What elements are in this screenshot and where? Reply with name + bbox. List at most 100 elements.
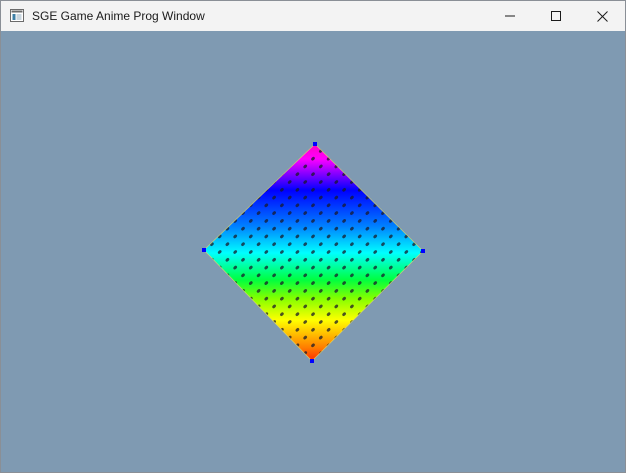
sprite-dot bbox=[450, 296, 455, 301]
sprite-dot bbox=[287, 133, 292, 138]
sprite-dot bbox=[365, 366, 370, 371]
sprite-dot bbox=[233, 296, 238, 301]
sprite-dot bbox=[404, 187, 409, 192]
close-icon bbox=[596, 10, 608, 22]
sprite-dot bbox=[186, 265, 191, 270]
sprite-dot bbox=[365, 382, 370, 387]
sprite-dot bbox=[204, 172, 206, 177]
sprite-dot bbox=[318, 133, 323, 138]
sprite-dot bbox=[396, 304, 401, 309]
sprite-dot bbox=[489, 242, 494, 247]
sprite-dot bbox=[388, 172, 393, 177]
minimize-button[interactable] bbox=[487, 1, 533, 31]
sprite-dot bbox=[388, 187, 393, 192]
sprite-dot bbox=[365, 335, 370, 340]
sprite-dot bbox=[170, 203, 175, 208]
sprite-dot bbox=[241, 195, 245, 200]
sprite-dot bbox=[350, 351, 354, 355]
sprite-dot bbox=[155, 265, 160, 270]
sprite-dot bbox=[233, 187, 238, 192]
sprite-dot bbox=[256, 335, 261, 340]
title-bar[interactable]: SGE Game Anime Prog Window bbox=[1, 1, 625, 31]
minimize-icon bbox=[505, 11, 515, 21]
sprite-dot bbox=[318, 102, 323, 107]
sprite-dot bbox=[365, 320, 370, 324]
sprite-dot bbox=[279, 405, 284, 410]
sprite-dot bbox=[427, 288, 432, 293]
sprite-dot bbox=[204, 281, 206, 285]
sprite-dot bbox=[170, 218, 175, 223]
sprite-dot bbox=[450, 265, 455, 270]
sprite-dot bbox=[280, 144, 284, 145]
sprite-dot bbox=[264, 374, 269, 379]
sprite-dot bbox=[204, 265, 206, 270]
sprite-dot bbox=[287, 149, 292, 153]
vertex-marker bbox=[310, 359, 314, 363]
sprite-dot bbox=[474, 273, 479, 278]
sprite-dot bbox=[404, 219, 409, 223]
sprite-dot bbox=[420, 312, 423, 317]
sprite-dot bbox=[396, 351, 401, 355]
sprite-dot bbox=[412, 180, 416, 184]
sprite-dot bbox=[404, 343, 409, 348]
sprite-dot bbox=[326, 125, 331, 130]
sprite-dot bbox=[458, 288, 463, 293]
sprite-dot bbox=[295, 389, 300, 394]
window-title: SGE Game Anime Prog Window bbox=[32, 9, 205, 23]
diamond-sprite bbox=[124, 78, 494, 410]
sprite-dot bbox=[404, 296, 409, 301]
sprite-dot bbox=[194, 211, 199, 216]
maximize-button[interactable] bbox=[533, 1, 579, 31]
sprite-dot bbox=[241, 164, 245, 169]
sprite-dot bbox=[178, 288, 183, 293]
sprite-dot bbox=[194, 257, 199, 262]
sprite-scene bbox=[124, 78, 494, 410]
sprite-dot bbox=[373, 327, 378, 332]
sprite-dot bbox=[396, 180, 401, 184]
sprite-dot bbox=[248, 343, 253, 348]
sprite-dot bbox=[272, 382, 277, 387]
sprite-dot bbox=[264, 389, 269, 394]
sprite-dot bbox=[458, 226, 463, 231]
sprite-dot bbox=[204, 219, 206, 223]
sprite-dot bbox=[210, 289, 214, 293]
sprite-dot bbox=[443, 288, 448, 293]
sprite-dot bbox=[264, 125, 269, 130]
sprite-dot bbox=[310, 78, 315, 83]
sprite-dot bbox=[373, 172, 378, 177]
sprite-dot bbox=[272, 149, 276, 153]
sprite-dot bbox=[412, 195, 416, 200]
sprite-dot bbox=[163, 288, 168, 293]
sprite-dot bbox=[334, 149, 339, 153]
sprite-dot bbox=[217, 187, 222, 192]
sprite-dot bbox=[194, 273, 199, 278]
sprite-dot bbox=[404, 156, 409, 161]
sprite-dot bbox=[349, 117, 354, 122]
sprite-dot bbox=[124, 249, 129, 254]
sprite-dot bbox=[225, 289, 230, 293]
sprite-dot bbox=[420, 327, 423, 332]
sprite-dot bbox=[381, 195, 385, 200]
sprite-dot bbox=[295, 374, 300, 379]
sprite-dot bbox=[303, 382, 308, 387]
sprite-dot bbox=[233, 359, 238, 361]
sprite-dot bbox=[225, 211, 230, 215]
sprite-dot bbox=[489, 257, 494, 262]
sprite-dot bbox=[310, 109, 315, 114]
sprite-dot bbox=[225, 195, 230, 200]
sprite-dot bbox=[132, 242, 137, 247]
sprite-dot bbox=[435, 187, 440, 192]
sprite-dot bbox=[256, 180, 261, 184]
sprite-dot bbox=[482, 265, 487, 270]
sprite-dot bbox=[147, 257, 152, 262]
sprite-dot bbox=[279, 125, 284, 130]
sprite-dot bbox=[248, 359, 253, 361]
sprite-dot bbox=[217, 219, 222, 223]
sprite-dot bbox=[334, 366, 339, 371]
sprite-dot bbox=[163, 226, 168, 231]
close-button[interactable] bbox=[579, 1, 625, 31]
game-viewport[interactable] bbox=[1, 31, 625, 472]
sprite-dot bbox=[450, 203, 455, 208]
sprite-dot bbox=[248, 172, 253, 177]
sprite-dot bbox=[380, 133, 385, 138]
